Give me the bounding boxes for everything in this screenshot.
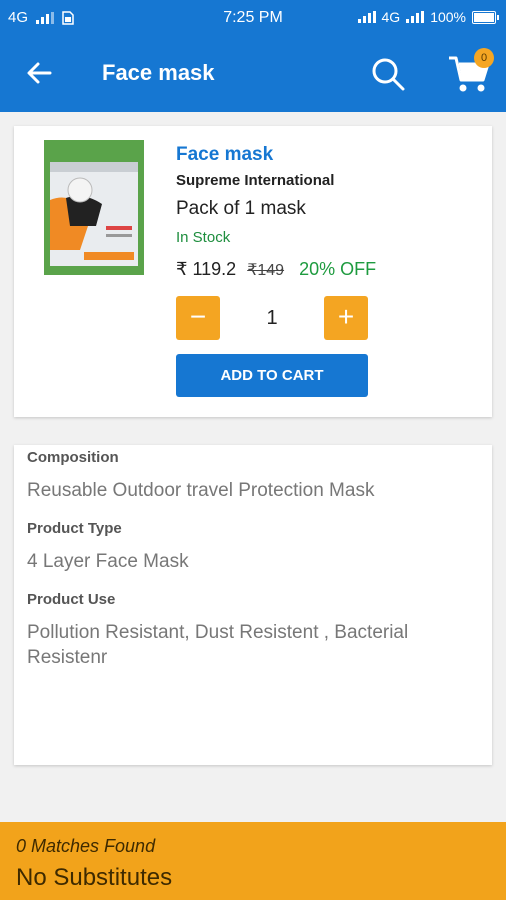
product-use-label: Product Use [27,591,116,608]
substitutes-bar[interactable]: 0 Matches Found No Substitutes [0,822,506,900]
add-to-cart-button[interactable]: ADD TO CART [176,354,368,397]
selling-price: ₹ 119.2 [176,259,237,279]
increase-quantity-button[interactable]: + [324,296,368,340]
discount-label: 20% OFF [299,259,377,279]
cart-count-badge: 0 [474,48,494,68]
product-type-value: 4 Layer Face Mask [27,551,189,572]
arrow-left-icon[interactable] [22,56,56,90]
no-substitutes-label: No Substitutes [16,864,173,891]
product-type-label: Product Type [27,520,122,537]
network-label-right: 4G [381,9,401,25]
price-row: ₹ 119.2 ₹149 20% OFF [176,259,376,280]
battery-icon [472,10,499,24]
status-right: 4G 100% [357,9,499,25]
page-title: Face mask [102,60,215,85]
pack-size: Pack of 1 mask [176,198,306,219]
product-card: Face mask Supreme International Pack of … [14,126,492,417]
manufacturer: Supreme International [176,172,335,189]
quantity-stepper: − 1 + [176,296,368,340]
product-image[interactable] [44,140,144,275]
battery-percent: 100% [430,9,466,25]
signal-icon [357,11,376,23]
product-use-value: Pollution Resistant, Dust Resistent , Ba… [27,622,409,668]
quantity-value: 1 [266,307,278,329]
composition-value: Reusable Outdoor travel Protection Mask [27,480,375,501]
product-name[interactable]: Face mask [176,144,273,166]
composition-label: Composition [27,449,119,466]
mrp-price: ₹149 [247,262,285,279]
signal-icon [406,11,425,23]
decrease-quantity-button[interactable]: − [176,296,220,340]
matches-found-label: 0 Matches Found [16,836,156,856]
search-icon[interactable] [370,56,406,92]
status-bar: 4G 7:25 PM 4G 100% [0,0,506,36]
product-details-card: Composition Reusable Outdoor travel Prot… [14,445,492,765]
app-bar: Face mask [0,36,506,112]
stock-status: In Stock [176,229,231,246]
